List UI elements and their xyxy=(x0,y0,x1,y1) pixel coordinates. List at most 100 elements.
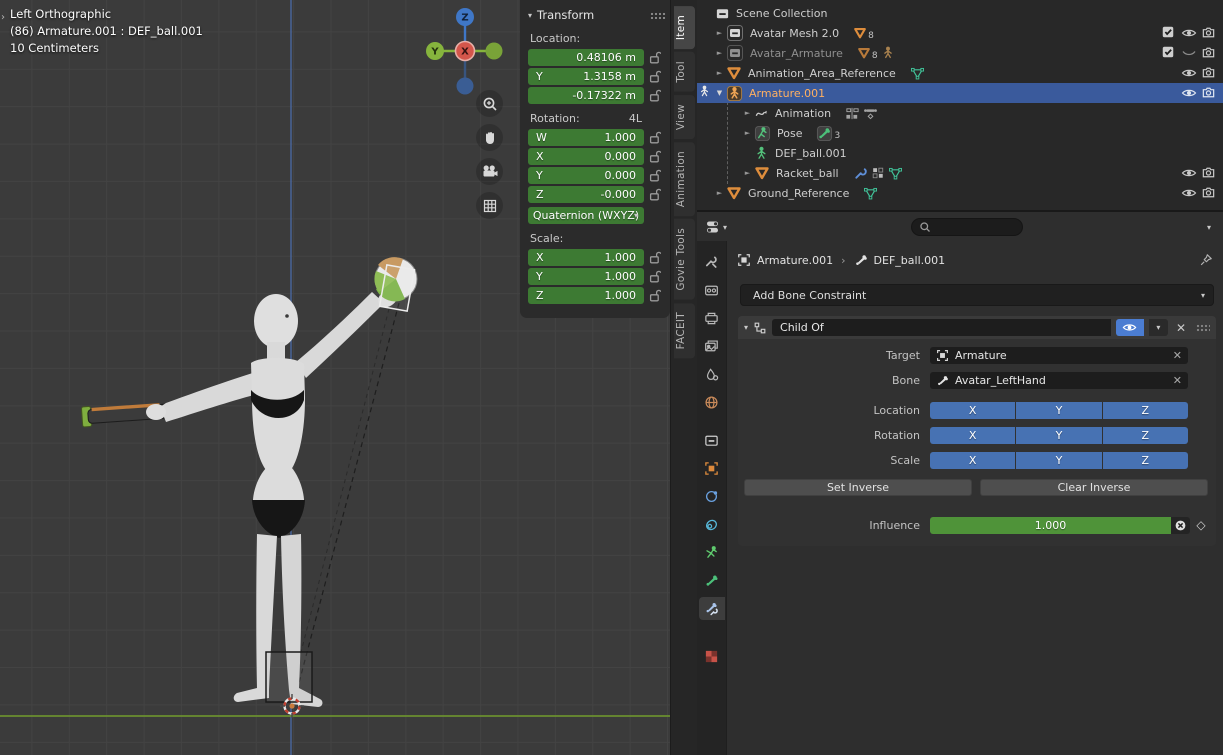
gizmo-z-neg-axis[interactable] xyxy=(457,78,474,95)
tab-tool[interactable]: Tool xyxy=(674,52,695,92)
camera-icon[interactable] xyxy=(1201,85,1216,100)
search-input[interactable] xyxy=(911,218,1023,236)
object-constraint-icon[interactable] xyxy=(699,513,725,536)
lock-open-icon[interactable] xyxy=(644,131,666,144)
pan-hand-icon[interactable] xyxy=(476,124,503,151)
clear-target-icon[interactable]: ✕ xyxy=(1173,349,1182,362)
outliner-row-avatar-armature[interactable]: ► Avatar_Armature 8 xyxy=(697,43,1223,63)
checkbox-icon[interactable] xyxy=(1161,45,1175,59)
physics-icon[interactable] xyxy=(699,485,725,508)
navigation-gizmo[interactable]: Z Y X xyxy=(424,2,506,100)
location-y-field[interactable]: Y1.3158 m xyxy=(528,68,644,85)
eye-icon[interactable] xyxy=(1181,165,1197,181)
render-icon[interactable] xyxy=(699,279,725,302)
rotation-w-field[interactable]: W1.000 xyxy=(528,129,644,146)
location-z-field[interactable]: -0.17322 m xyxy=(528,87,644,104)
pin-icon[interactable] xyxy=(1199,253,1213,267)
rotation-x-toggle[interactable]: X xyxy=(930,427,1015,444)
lock-open-icon[interactable] xyxy=(644,270,666,283)
scale-y-toggle[interactable]: Y xyxy=(1016,452,1101,469)
rotation-y-toggle[interactable]: Y xyxy=(1016,427,1101,444)
tab-view[interactable]: View xyxy=(674,95,695,139)
constraint-name-field[interactable]: Child Of xyxy=(772,319,1111,336)
lock-open-icon[interactable] xyxy=(644,251,666,264)
ortho-grid-icon[interactable] xyxy=(476,192,503,219)
bone-icon[interactable] xyxy=(699,569,725,592)
mannequin-figure[interactable] xyxy=(81,285,401,707)
rotation-mode-dropdown[interactable]: Quaternion (WXYZ)▾ xyxy=(528,207,644,224)
properties-editor-type-icon[interactable] xyxy=(705,219,723,235)
constraint-enable-eye-button[interactable] xyxy=(1116,319,1144,336)
outliner-row-armature-001[interactable]: ▼ Armature.001 xyxy=(697,83,1223,103)
eye-icon[interactable] xyxy=(1181,185,1197,201)
camera-icon[interactable] xyxy=(1201,65,1216,80)
expand-arrow-icon[interactable]: ► xyxy=(713,69,726,77)
cube-object[interactable] xyxy=(266,652,312,702)
camera-icon[interactable] xyxy=(1201,25,1216,40)
gizmo-y-neg-axis[interactable] xyxy=(486,43,503,60)
influence-slider[interactable]: 1.000 xyxy=(930,517,1171,534)
location-x-field[interactable]: 0.48106 m xyxy=(528,49,644,66)
bone-field[interactable]: Avatar_LeftHand ✕ xyxy=(930,372,1188,389)
constraint-extras-chevron[interactable]: ▾ xyxy=(1149,319,1168,336)
clear-inverse-button[interactable]: Clear Inverse xyxy=(980,479,1208,496)
lock-open-icon[interactable] xyxy=(644,188,666,201)
panel-grip-handle[interactable] xyxy=(650,12,666,19)
lock-open-icon[interactable] xyxy=(644,289,666,302)
target-field[interactable]: Armature ✕ xyxy=(930,347,1188,364)
camera-icon[interactable] xyxy=(1201,185,1216,200)
camera-icon[interactable] xyxy=(1201,45,1216,60)
camera-view-icon[interactable] xyxy=(476,158,503,185)
tool-icon[interactable] xyxy=(699,251,725,274)
scene-icon[interactable] xyxy=(699,363,725,386)
expand-arrow-icon[interactable]: ► xyxy=(713,49,726,57)
zoom-icon[interactable] xyxy=(476,90,503,117)
eye-closed-icon[interactable] xyxy=(1181,45,1197,61)
outliner-row-scene-collection[interactable]: Scene Collection xyxy=(697,3,1223,23)
output-icon[interactable] xyxy=(699,307,725,330)
eye-icon[interactable] xyxy=(1181,85,1197,101)
rotation-z-field[interactable]: Z-0.000 xyxy=(528,186,644,203)
eye-icon[interactable] xyxy=(1181,65,1197,81)
drag-grip-handle[interactable] xyxy=(1196,324,1210,332)
tab-animation[interactable]: Animation xyxy=(674,142,695,216)
viewport-3d[interactable]: › Left Orthographic (86) Armature.001 : … xyxy=(0,0,670,755)
location-x-toggle[interactable]: X xyxy=(930,402,1015,419)
rotation-z-toggle[interactable]: Z xyxy=(1103,427,1188,444)
object-icon[interactable] xyxy=(699,457,725,480)
rotation-x-field[interactable]: X0.000 xyxy=(528,148,644,165)
scale-x-field[interactable]: X1.000 xyxy=(528,249,644,266)
scale-x-toggle[interactable]: X xyxy=(930,452,1015,469)
chevron-down-icon[interactable]: ▾ xyxy=(723,223,727,232)
scale-z-toggle[interactable]: Z xyxy=(1103,452,1188,469)
lock-open-icon[interactable] xyxy=(644,89,666,102)
outliner-row-racket-ball[interactable]: ► Racket_ball xyxy=(697,163,1223,183)
chevron-down-icon[interactable]: ▾ xyxy=(744,323,748,332)
checkbox-icon[interactable] xyxy=(1161,25,1175,39)
add-bone-constraint-button[interactable]: Add Bone Constraint ▾ xyxy=(740,284,1214,306)
breadcrumb-bone[interactable]: DEF_ball.001 xyxy=(874,254,946,267)
tab-item[interactable]: Item xyxy=(674,6,695,49)
location-z-toggle[interactable]: Z xyxy=(1103,402,1188,419)
collapse-arrow-icon[interactable]: ▼ xyxy=(713,89,726,97)
expand-arrow-icon[interactable]: ► xyxy=(741,109,754,117)
lock-open-icon[interactable] xyxy=(644,51,666,64)
set-inverse-button[interactable]: Set Inverse xyxy=(744,479,972,496)
material-icon[interactable] xyxy=(699,645,725,668)
lock-open-icon[interactable] xyxy=(644,150,666,163)
collection-icon[interactable] xyxy=(699,429,725,452)
toolbar-expander-icon[interactable]: › xyxy=(1,12,5,23)
options-chevron-icon[interactable]: ▾ xyxy=(1207,223,1211,232)
bone-constraint-icon[interactable] xyxy=(699,597,725,620)
expand-arrow-icon[interactable]: ► xyxy=(713,29,726,37)
camera-icon[interactable] xyxy=(1201,165,1216,180)
tab-govie-tools[interactable]: Govie Tools xyxy=(674,219,695,300)
object-data-icon[interactable] xyxy=(699,541,725,564)
expand-arrow-icon[interactable]: ► xyxy=(741,129,754,137)
outliner-row-animation-data[interactable]: ► Animation xyxy=(697,103,1223,123)
lock-open-icon[interactable] xyxy=(644,70,666,83)
location-y-toggle[interactable]: Y xyxy=(1016,402,1101,419)
outliner-row-pose[interactable]: ► Pose 3 xyxy=(697,123,1223,143)
lock-open-icon[interactable] xyxy=(644,169,666,182)
clear-bone-icon[interactable]: ✕ xyxy=(1173,374,1182,387)
